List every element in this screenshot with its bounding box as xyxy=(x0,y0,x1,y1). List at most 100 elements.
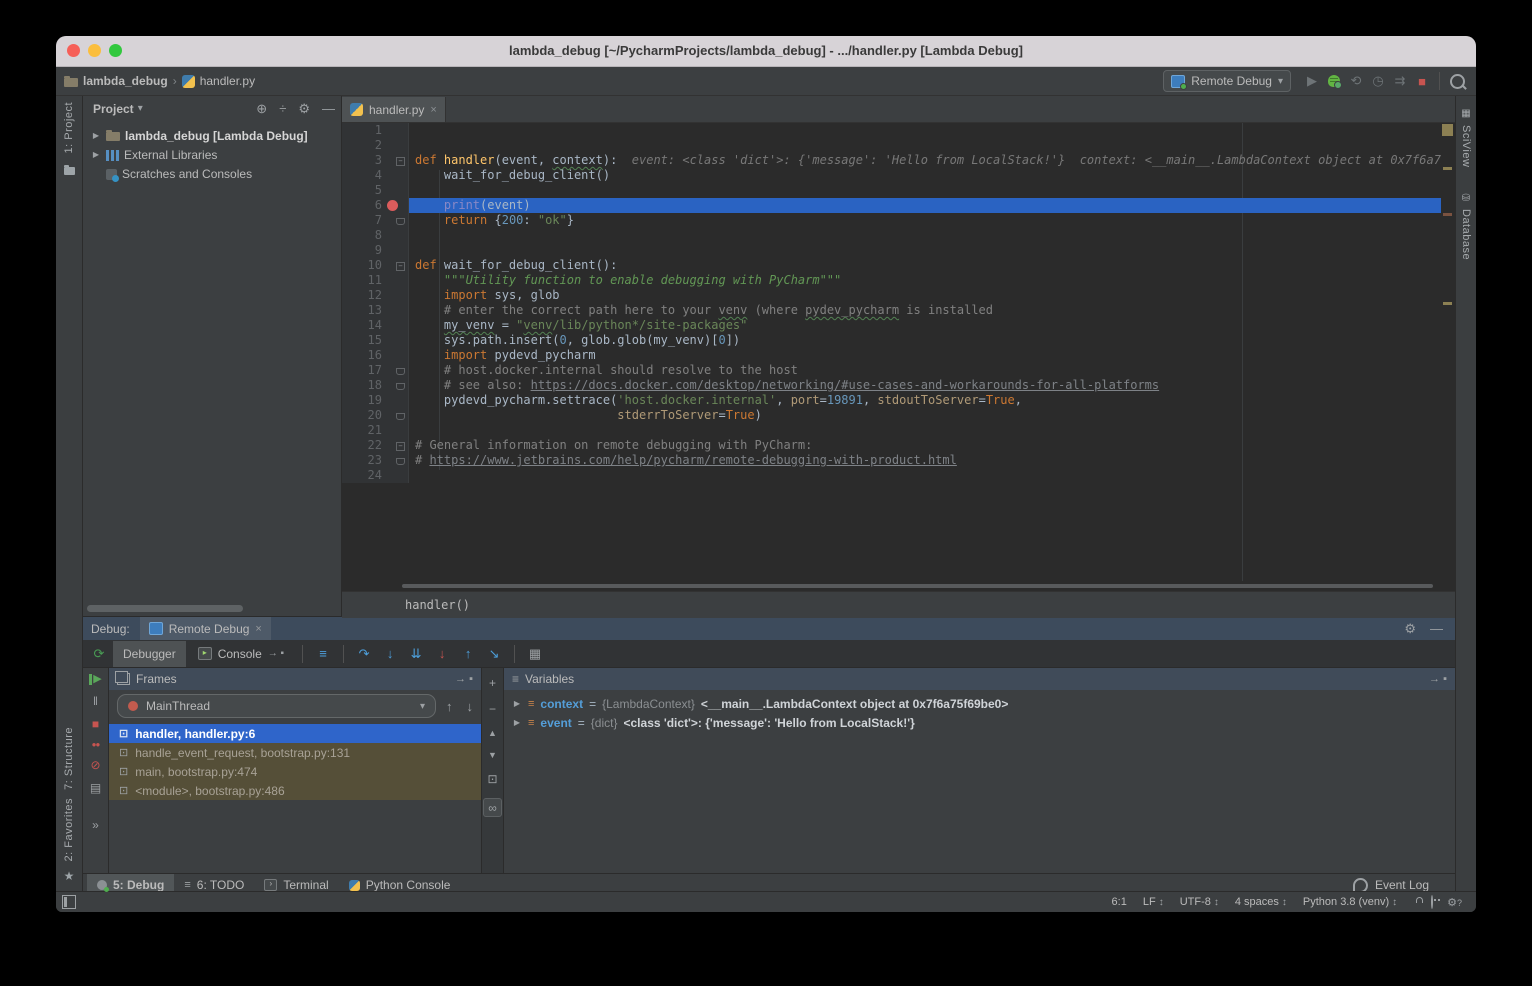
gutter-marker-area[interactable] xyxy=(386,303,409,318)
code-line[interactable]: 1 xyxy=(342,123,1455,138)
line-number[interactable]: 6 xyxy=(342,198,386,213)
line-number[interactable]: 13 xyxy=(342,303,386,318)
status-item[interactable]: UTF-8↕ xyxy=(1180,896,1219,908)
rerun-tasks-button[interactable]: ⇉ xyxy=(1389,70,1411,92)
step-into-my-code-icon[interactable]: ⇊ xyxy=(404,643,428,665)
line-number[interactable]: 8 xyxy=(342,228,386,243)
debug-session-tab[interactable]: Remote Debug × xyxy=(140,617,271,640)
coverage-button[interactable]: ⟲ xyxy=(1345,70,1367,92)
code-line[interactable]: 6 print(event) xyxy=(342,198,1455,213)
close-icon[interactable]: × xyxy=(430,104,436,116)
toggle-tool-windows-icon[interactable] xyxy=(62,895,76,909)
show-watches-icon[interactable]: ∞ xyxy=(483,798,502,817)
gutter-marker-area[interactable] xyxy=(386,243,409,258)
hide-panel-icon[interactable]: — xyxy=(322,101,335,116)
tree-item[interactable]: ▶lambda_debug [Lambda Debug] xyxy=(83,126,341,145)
view-breakpoints-icon[interactable]: ●● xyxy=(92,740,100,749)
collapse-all-icon[interactable]: ÷ xyxy=(279,101,286,116)
move-up-icon[interactable]: ▲ xyxy=(488,728,497,738)
code-line[interactable]: 16 import pydevd_pycharm xyxy=(342,348,1455,363)
gutter-marker-area[interactable] xyxy=(386,273,409,288)
tree-item[interactable]: ▶External Libraries xyxy=(83,145,341,164)
next-frame-icon[interactable]: ↓ xyxy=(467,699,474,714)
variable-row[interactable]: ▶≡event={dict}<class 'dict'>: {'message'… xyxy=(504,713,1455,732)
gutter-marker-area[interactable] xyxy=(386,423,409,438)
fold-marker-icon[interactable] xyxy=(396,383,405,390)
code-editor[interactable]: 123−def handler(event, context): event: … xyxy=(342,123,1455,581)
gutter-marker-area[interactable] xyxy=(386,453,409,468)
code-line[interactable]: 7 return {200: "ok"} xyxy=(342,213,1455,228)
gutter-marker-area[interactable] xyxy=(386,168,409,183)
mute-breakpoints-icon[interactable]: ⊘ xyxy=(90,758,100,772)
project-view-title[interactable]: Project xyxy=(93,102,134,116)
previous-frame-icon[interactable]: ↑ xyxy=(446,699,453,714)
frames-settings-icon[interactable]: → ▪ xyxy=(455,673,473,685)
remove-watch-icon[interactable]: − xyxy=(489,702,496,716)
force-step-into-icon[interactable]: ↓ xyxy=(430,643,454,665)
gear-icon[interactable]: ⚙ xyxy=(1404,621,1416,637)
status-item[interactable]: LF↕ xyxy=(1143,896,1164,908)
debug-button[interactable] xyxy=(1323,70,1345,92)
variables-settings-icon[interactable]: → ▪ xyxy=(1429,673,1447,685)
code-line[interactable]: 15 sys.path.insert(0, glob.glob(my_venv)… xyxy=(342,333,1455,348)
gutter-marker-area[interactable] xyxy=(386,348,409,363)
fold-marker-icon[interactable] xyxy=(396,413,405,420)
code-line[interactable]: 17 # host.docker.internal should resolve… xyxy=(342,363,1455,378)
tab-console[interactable]: ▸ Console → ▪ xyxy=(188,641,294,667)
code-line[interactable]: 24 xyxy=(342,468,1455,483)
fold-marker-icon[interactable]: − xyxy=(396,442,405,451)
code-line[interactable]: 10−def wait_for_debug_client(): xyxy=(342,258,1455,273)
evaluate-expression-icon[interactable]: ▦ xyxy=(523,643,547,665)
line-number[interactable]: 14 xyxy=(342,318,386,333)
line-number[interactable]: 9 xyxy=(342,243,386,258)
gutter-marker-area[interactable] xyxy=(386,318,409,333)
update-settings-icon[interactable]: ⚙? xyxy=(1447,896,1462,909)
resume-program-icon[interactable]: ▶ xyxy=(89,674,101,685)
code-line[interactable]: 22−# General information on remote debug… xyxy=(342,438,1455,453)
line-number[interactable]: 24 xyxy=(342,468,386,483)
gutter-marker-area[interactable] xyxy=(386,408,409,423)
status-item[interactable]: Python 3.8 (venv)↕ xyxy=(1303,896,1397,908)
tool-button-structure[interactable]: 7: Structure xyxy=(63,727,75,790)
code-line[interactable]: 18 # see also: https://docs.docker.com/d… xyxy=(342,378,1455,393)
restore-layout-icon[interactable]: ▤ xyxy=(90,781,101,795)
status-item[interactable]: 4 spaces↕ xyxy=(1235,896,1287,908)
code-line[interactable]: 21 xyxy=(342,423,1455,438)
line-number[interactable]: 20 xyxy=(342,408,386,423)
editor-horizontal-scrollbar[interactable] xyxy=(342,581,1455,591)
gutter-marker-area[interactable]: − xyxy=(386,438,409,453)
expand-arrow-icon[interactable]: ▶ xyxy=(512,699,522,708)
profiler-button[interactable]: ◷ xyxy=(1367,70,1389,92)
code-line[interactable]: 11 """Utility function to enable debuggi… xyxy=(342,273,1455,288)
gutter-marker-area[interactable] xyxy=(386,378,409,393)
code-line[interactable]: 13 # enter the correct path here to your… xyxy=(342,303,1455,318)
expand-arrow-icon[interactable]: ▶ xyxy=(91,131,101,140)
rerun-debug-icon[interactable]: ⟳ xyxy=(87,643,111,665)
tool-button-database[interactable]: ⛁Database xyxy=(1460,193,1472,261)
chevron-down-icon[interactable]: ▾ xyxy=(138,103,143,114)
variable-row[interactable]: ▶≡context={LambdaContext}<__main__.Lambd… xyxy=(504,694,1455,713)
breadcrumb-project[interactable]: lambda_debug xyxy=(83,74,168,88)
gutter-marker-area[interactable] xyxy=(386,468,409,483)
fold-marker-icon[interactable] xyxy=(396,218,405,225)
close-icon[interactable]: × xyxy=(255,623,261,635)
hide-panel-icon[interactable]: — xyxy=(1430,621,1443,636)
gutter-marker-area[interactable] xyxy=(386,363,409,378)
gutter-marker-area[interactable]: − xyxy=(386,258,409,273)
line-number[interactable]: 12 xyxy=(342,288,386,303)
fold-marker-icon[interactable]: − xyxy=(396,157,405,166)
stack-frame-row[interactable]: ⊡main, bootstrap.py:474 xyxy=(109,762,481,781)
fold-marker-icon[interactable] xyxy=(396,368,405,375)
pause-program-icon[interactable]: ‖ xyxy=(93,694,98,708)
line-number[interactable]: 15 xyxy=(342,333,386,348)
reader-mode-icon[interactable] xyxy=(1431,896,1433,908)
line-number[interactable]: 23 xyxy=(342,453,386,468)
editor-tab-handler[interactable]: handler.py × xyxy=(342,97,446,122)
show-execution-point-icon[interactable]: ≡ xyxy=(311,643,335,665)
gutter-marker-area[interactable] xyxy=(386,138,409,153)
line-number[interactable]: 4 xyxy=(342,168,386,183)
line-number[interactable]: 17 xyxy=(342,363,386,378)
line-number[interactable]: 21 xyxy=(342,423,386,438)
run-to-cursor-icon[interactable]: ↘ xyxy=(482,643,506,665)
line-number[interactable]: 16 xyxy=(342,348,386,363)
